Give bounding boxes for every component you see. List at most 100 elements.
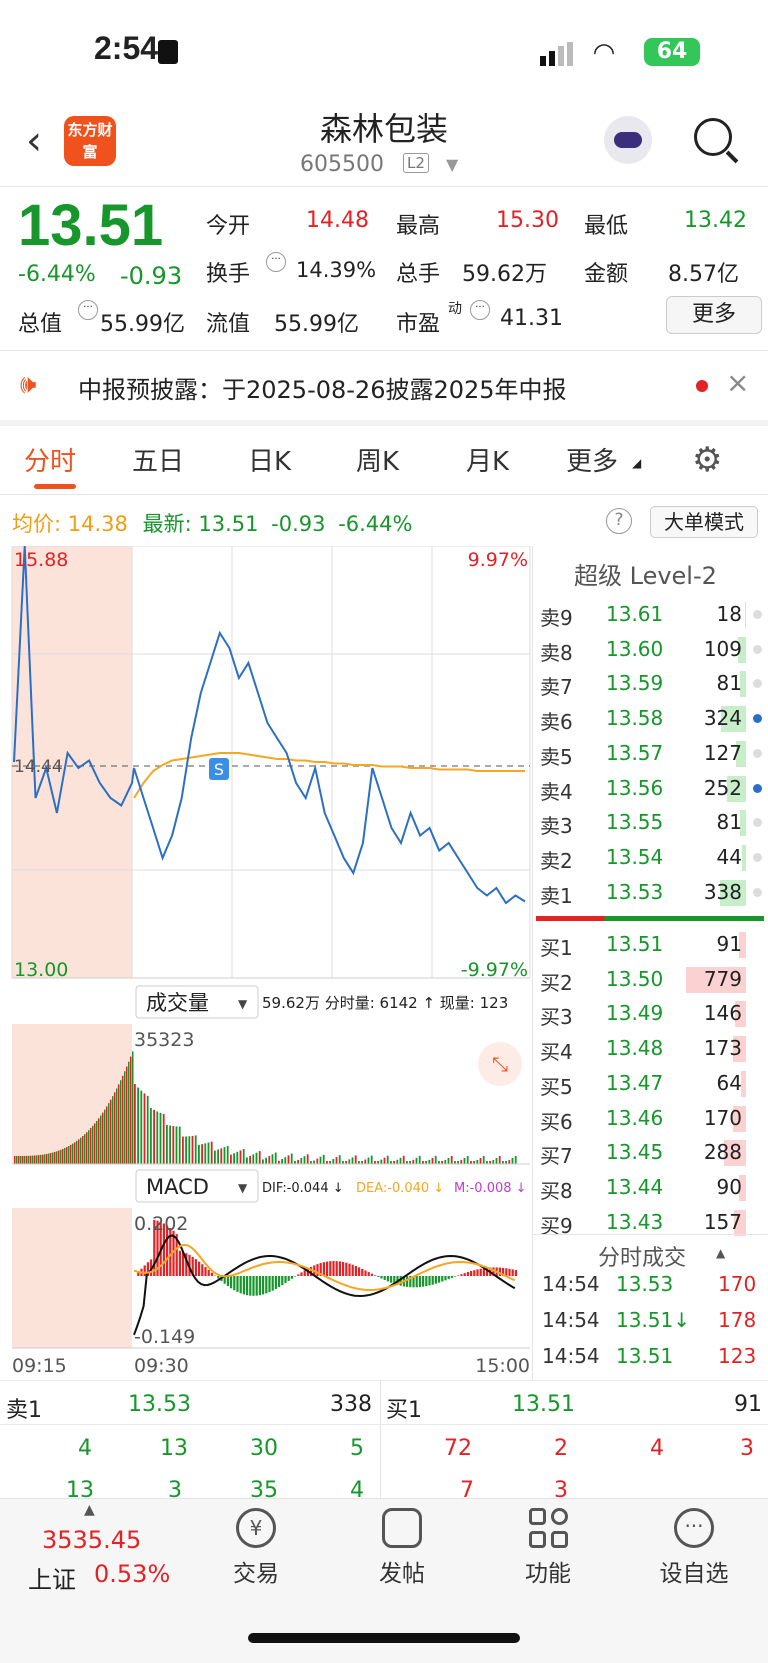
queue-order-size: 4 bbox=[650, 1436, 664, 1461]
macd-bar bbox=[470, 1271, 473, 1276]
macd-bar bbox=[505, 1268, 508, 1276]
ask-row[interactable]: 卖6 13.58 324 bbox=[536, 702, 764, 736]
index-pct[interactable]: 0.53% bbox=[94, 1560, 170, 1588]
bid-row[interactable]: 买6 13.46 170 bbox=[536, 1102, 764, 1136]
help-icon[interactable]: ? bbox=[606, 508, 632, 534]
bid-row[interactable]: 买3 13.49 146 bbox=[536, 997, 764, 1031]
trade-price: 13.51↓ bbox=[616, 1308, 691, 1332]
tab-weekly-k[interactable]: 周K bbox=[356, 441, 399, 478]
watchlist-tab-label: 设自选 bbox=[659, 1561, 729, 1587]
level-price: 13.44 bbox=[606, 1174, 664, 1199]
level-volume: 127 bbox=[703, 740, 742, 765]
tab-more[interactable]: 更多 bbox=[566, 441, 618, 478]
gear-icon[interactable]: ⚙ bbox=[692, 440, 722, 480]
volume-bar bbox=[98, 1118, 100, 1164]
ask-row[interactable]: 卖8 13.60 109 bbox=[536, 633, 764, 667]
more-button[interactable]: 更多 bbox=[666, 296, 762, 334]
volume-bar bbox=[72, 1143, 74, 1164]
index-name[interactable]: 上证 bbox=[28, 1560, 76, 1595]
ask-row[interactable]: 卖3 13.55 81 bbox=[536, 806, 764, 840]
turnover-label: 换手 bbox=[206, 262, 251, 287]
level2-badge[interactable]: L2 bbox=[403, 153, 429, 173]
function-tab[interactable]: 功能 bbox=[498, 1508, 598, 1588]
volume-bar bbox=[74, 1142, 76, 1164]
big-order-mode-button[interactable]: 大单模式 bbox=[650, 506, 758, 538]
volume-value: 59.62万 bbox=[462, 262, 547, 287]
ask-row[interactable]: 卖2 13.54 44 bbox=[536, 841, 764, 875]
info-icon[interactable]: ··· bbox=[266, 252, 286, 272]
high-value: 15.30 bbox=[496, 208, 559, 233]
close-icon[interactable]: × bbox=[726, 366, 749, 399]
chevron-down-icon[interactable]: ▼ bbox=[446, 155, 458, 174]
volume-bar bbox=[434, 1155, 437, 1164]
bid-row[interactable]: 买4 13.48 173 bbox=[536, 1032, 764, 1066]
dif-line bbox=[133, 1234, 516, 1336]
edit-icon bbox=[382, 1508, 422, 1548]
status-dot bbox=[753, 714, 762, 724]
x-label-start: 09:15 bbox=[12, 1355, 67, 1377]
volume-bar bbox=[742, 844, 746, 871]
tab-monthly-k[interactable]: 月K bbox=[466, 441, 509, 478]
level-volume: 324 bbox=[703, 706, 742, 731]
ai-assistant-icon[interactable] bbox=[604, 116, 652, 164]
volume-bar bbox=[38, 1155, 40, 1164]
macd-bar bbox=[268, 1276, 271, 1293]
status-dot bbox=[753, 610, 762, 619]
bid-row[interactable]: 买2 13.50 779 bbox=[536, 963, 764, 997]
bid-row[interactable]: 买8 13.44 90 bbox=[536, 1171, 764, 1205]
post-tab[interactable]: 发帖 bbox=[352, 1508, 452, 1588]
index-value[interactable]: 3535.45 bbox=[42, 1526, 141, 1554]
ask-row[interactable]: 卖4 13.56 252 bbox=[536, 772, 764, 806]
id-card-icon bbox=[158, 40, 178, 64]
tab-five-day[interactable]: 五日 bbox=[132, 441, 184, 478]
ask-row[interactable]: 卖9 13.61 18 bbox=[536, 598, 764, 632]
level-label: 买3 bbox=[540, 1005, 573, 1030]
volume-bar bbox=[58, 1150, 60, 1164]
stock-code[interactable]: 605500 bbox=[300, 152, 384, 177]
ask-row[interactable]: 卖5 13.57 127 bbox=[536, 737, 764, 771]
trade-price: 13.51 bbox=[616, 1344, 674, 1368]
macd-bar bbox=[226, 1276, 229, 1287]
ask-row[interactable]: 卖7 13.59 81 bbox=[536, 667, 764, 701]
info-icon[interactable]: ··· bbox=[470, 300, 490, 320]
bid-row[interactable]: 买5 13.47 64 bbox=[536, 1067, 764, 1101]
macd-bar bbox=[447, 1276, 450, 1280]
volume-bar bbox=[498, 1155, 501, 1164]
level-label: 卖8 bbox=[540, 640, 573, 665]
intraday-chart[interactable]: S 15.88 13.00 9.97% -9.97% 14.44 成交量 ▼ 5… bbox=[0, 546, 532, 1380]
tab-daily-k[interactable]: 日K bbox=[248, 441, 291, 478]
ask-row[interactable]: 卖1 13.53 338 bbox=[536, 876, 764, 910]
volume-bar bbox=[508, 1159, 511, 1164]
trades-title[interactable]: 分时成交 bbox=[598, 1240, 686, 1272]
level2-title[interactable]: 超级 Level-2 bbox=[574, 556, 717, 591]
volume-bar bbox=[146, 1095, 149, 1164]
macd-bar bbox=[290, 1276, 293, 1279]
macd-bar bbox=[406, 1276, 409, 1287]
info-icon[interactable]: ··· bbox=[78, 300, 98, 320]
volume-bar bbox=[316, 1158, 319, 1164]
volume-bar bbox=[239, 1150, 242, 1164]
chevron-up-icon[interactable]: ▲ bbox=[84, 1502, 95, 1518]
macd-bar bbox=[316, 1264, 319, 1276]
bid-row[interactable]: 买7 13.45 288 bbox=[536, 1136, 764, 1170]
volume-bar bbox=[44, 1154, 46, 1164]
tab-intraday[interactable]: 分时 bbox=[24, 441, 76, 478]
queue-order-size: 2 bbox=[554, 1436, 568, 1461]
volume-bar bbox=[191, 1135, 194, 1164]
triangle-icon: ◢ bbox=[632, 456, 642, 470]
svg-text:▼: ▼ bbox=[238, 997, 248, 1011]
active-tab-indicator bbox=[34, 484, 76, 489]
macd-bar bbox=[463, 1273, 466, 1276]
macd-m: M:-0.008 ↓ bbox=[454, 1181, 527, 1196]
search-icon[interactable] bbox=[694, 118, 732, 156]
queue-order-size: 72 bbox=[444, 1436, 472, 1461]
volume-bar bbox=[386, 1155, 389, 1164]
macd-bar bbox=[348, 1263, 351, 1276]
notice-text[interactable]: 中报预披露：于2025-08-26披露2025年中报 bbox=[78, 370, 567, 405]
trade-volume: 123 bbox=[718, 1344, 757, 1368]
trade-time: 14:54 bbox=[542, 1272, 600, 1296]
bid-row[interactable]: 买1 13.51 91 bbox=[536, 928, 764, 962]
trade-tab[interactable]: ¥ 交易 bbox=[206, 1508, 306, 1588]
watchlist-tab[interactable]: ··· 设自选 bbox=[644, 1508, 744, 1588]
chevron-up-icon[interactable]: ▲ bbox=[716, 1246, 725, 1260]
